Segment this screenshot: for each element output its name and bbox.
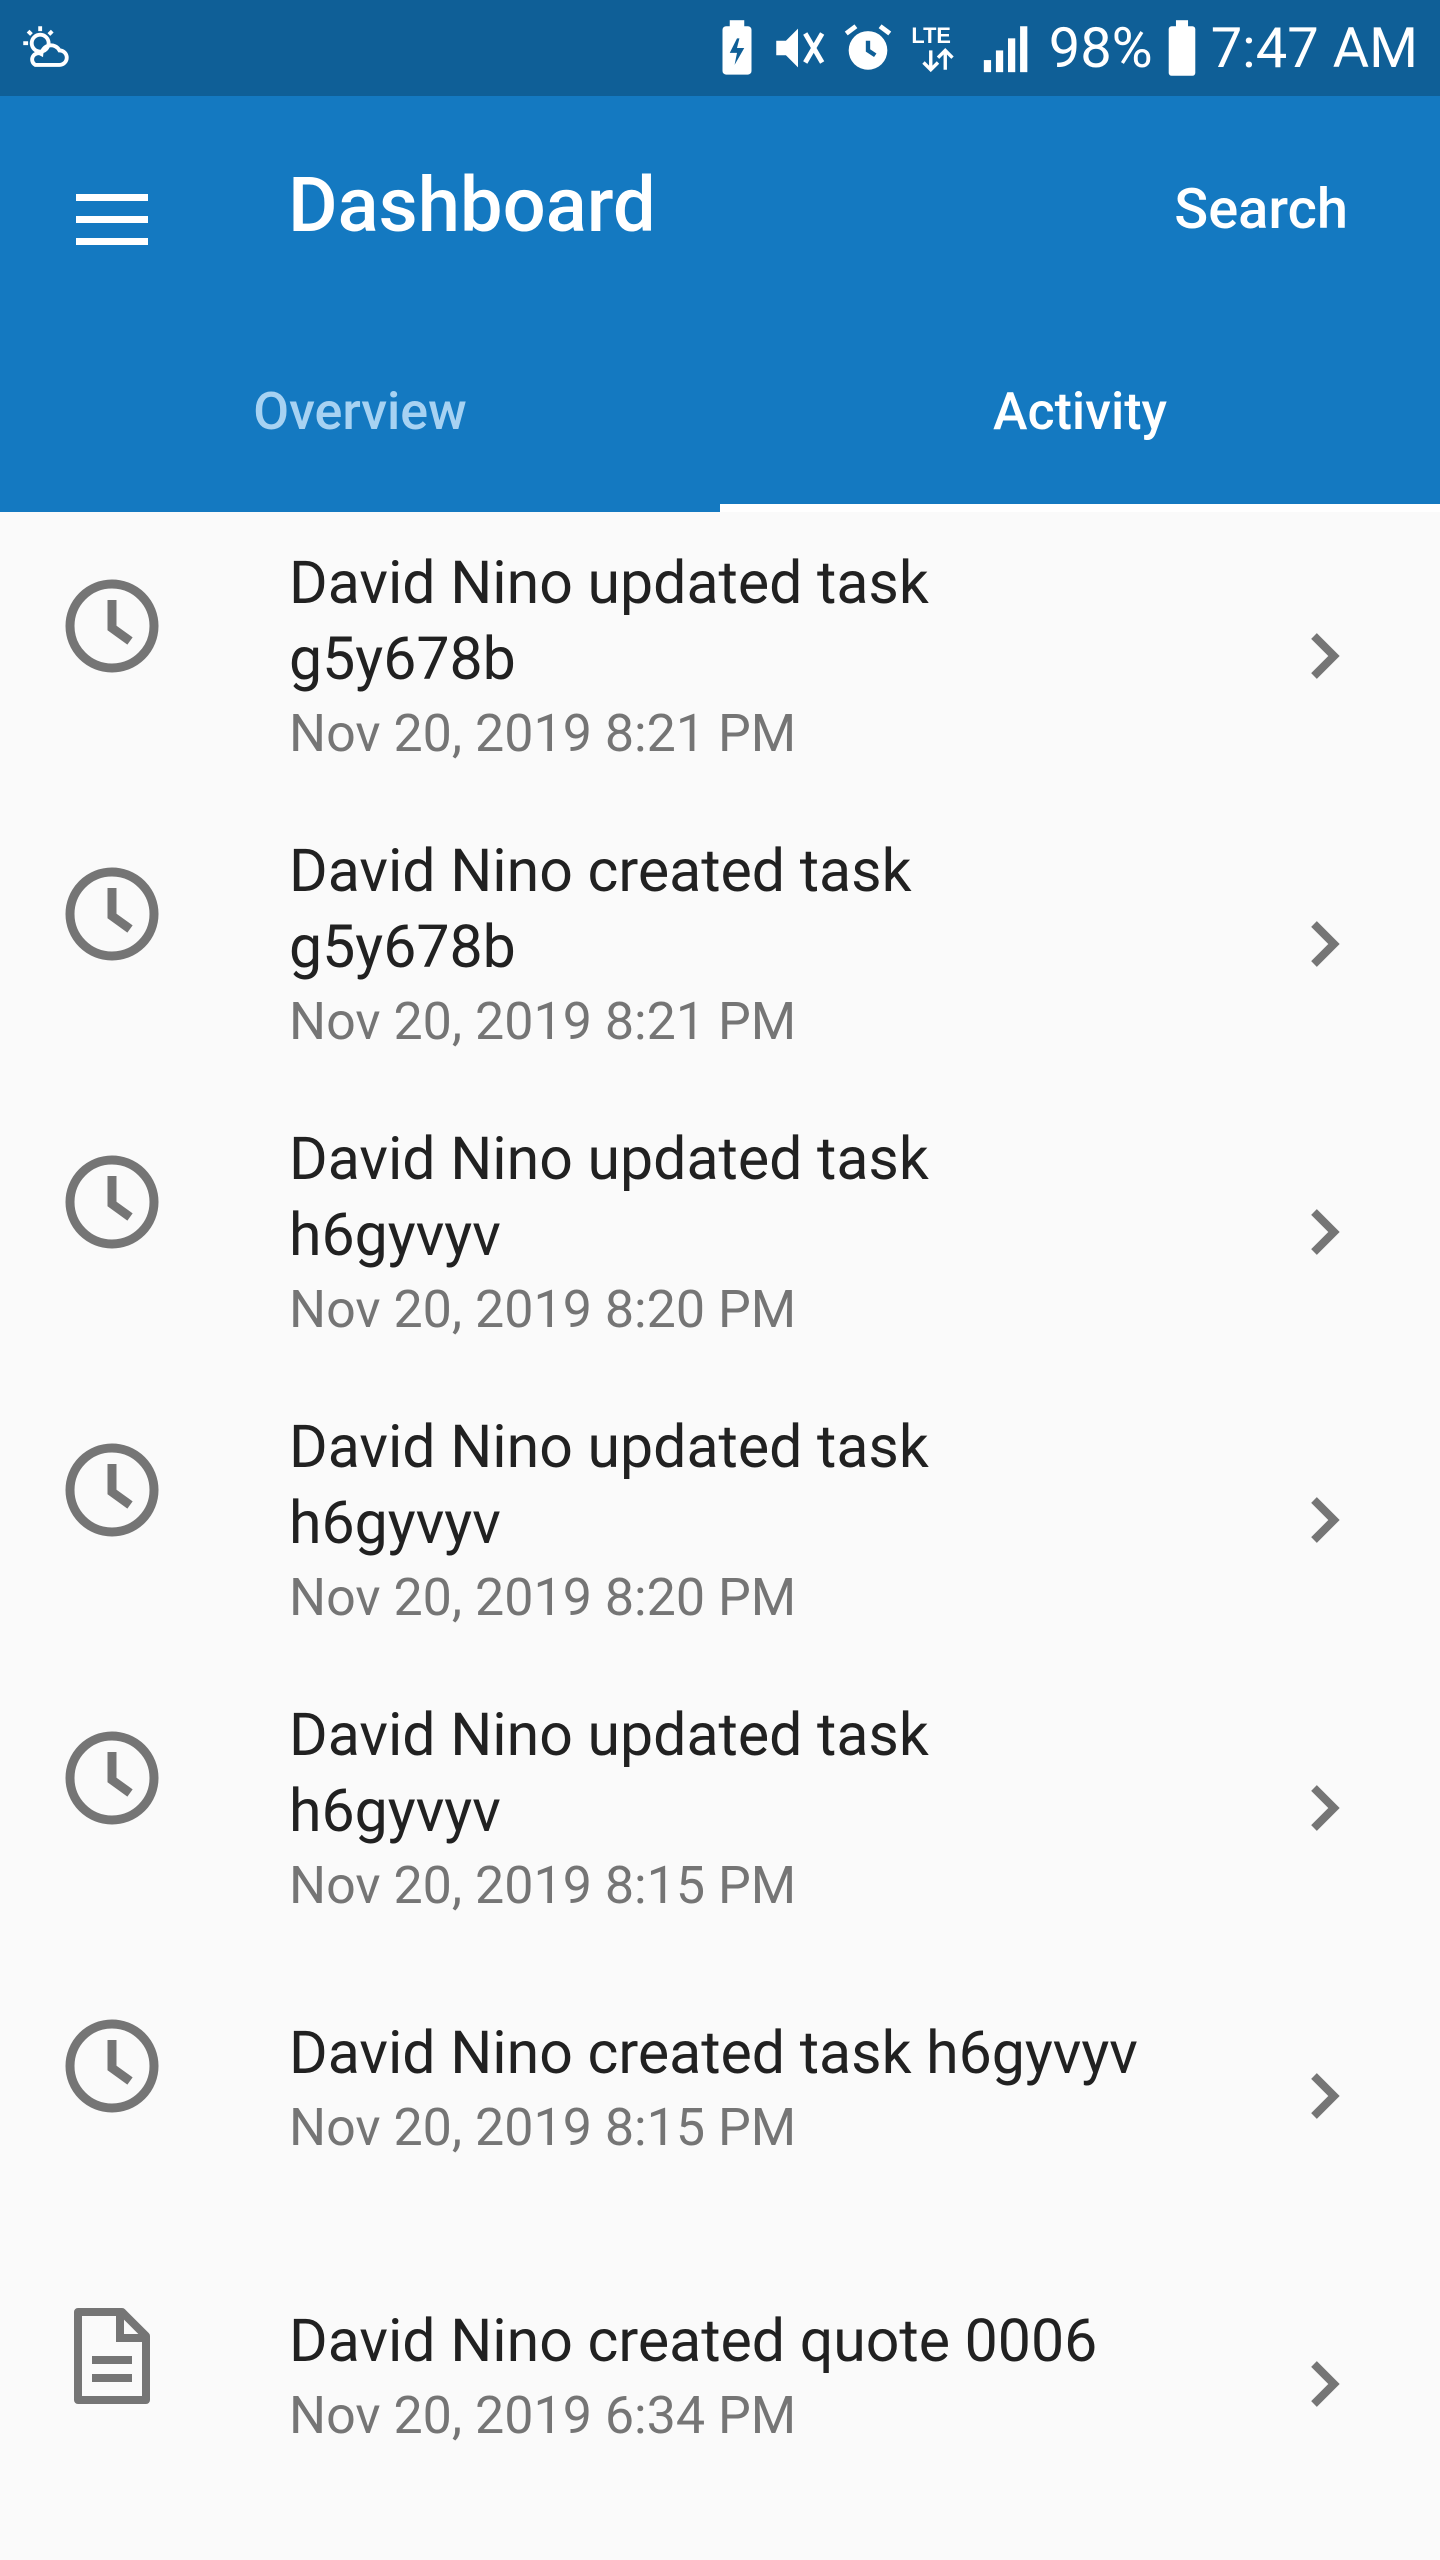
tab-bar: Overview Activity (0, 322, 1440, 512)
activity-date: Nov 20, 2019 8:21 PM (289, 991, 797, 1052)
alarm-icon (839, 19, 897, 77)
document-icon (72, 2306, 152, 2410)
activity-list: David Nino updated task g5y678b Nov 20, … (0, 512, 1440, 2528)
list-item[interactable]: David Nino created task h6gyvyv Nov 20, … (0, 1952, 1440, 2240)
signal-icon (979, 19, 1037, 77)
list-item[interactable]: David Nino updated task g5y678b Nov 20, … (0, 512, 1440, 800)
battery-percent: 98% (1048, 15, 1153, 81)
clock-icon (64, 1154, 160, 1254)
lte-icon: LTE (909, 19, 967, 77)
svg-text:LTE: LTE (911, 23, 950, 48)
list-item[interactable]: David Nino created quote 0006 Nov 20, 20… (0, 2240, 1440, 2528)
chevron-right-icon (1311, 1497, 1340, 1543)
toolbar: Dashboard Search (0, 96, 1440, 322)
search-button[interactable]: Search (1174, 176, 1348, 243)
app-bar: Dashboard Search Overview Activity (0, 96, 1440, 512)
mute-icon (769, 19, 827, 77)
chevron-right-icon (1311, 633, 1340, 679)
activity-title: David Nino updated task (289, 1413, 929, 1482)
page-title: Dashboard (288, 160, 656, 250)
activity-subject: g5y678b (289, 913, 516, 982)
battery-icon (1165, 19, 1199, 77)
activity-title: David Nino updated task (289, 1125, 929, 1194)
activity-title: David Nino updated task (289, 549, 929, 618)
activity-date: Nov 20, 2019 8:15 PM (289, 1855, 797, 1916)
activity-title: David Nino updated task (289, 1701, 929, 1770)
chevron-right-icon (1311, 921, 1340, 967)
activity-title: David Nino created quote 0006 (289, 2307, 1098, 2376)
activity-date: Nov 20, 2019 6:34 PM (289, 2385, 797, 2446)
activity-subject: h6gyvyv (289, 1201, 501, 1270)
clock-time: 7:47 AM (1210, 15, 1418, 81)
activity-subject: g5y678b (289, 625, 516, 694)
clock-icon (64, 2018, 160, 2118)
menu-button[interactable] (60, 168, 164, 272)
list-item[interactable]: David Nino updated task h6gyvyv Nov 20, … (0, 1664, 1440, 1952)
activity-subject: h6gyvyv (289, 1489, 501, 1558)
weather-icon (16, 19, 74, 77)
clock-icon (64, 1730, 160, 1830)
chevron-right-icon (1311, 2073, 1340, 2119)
clock-icon (64, 578, 160, 678)
status-bar: LTE 98% 7:47 AM (0, 0, 1440, 96)
activity-date: Nov 20, 2019 8:15 PM (289, 2097, 797, 2158)
clock-icon (64, 1442, 160, 1542)
chevron-right-icon (1311, 1785, 1340, 1831)
tab-activity[interactable]: Activity (720, 322, 1440, 512)
activity-date: Nov 20, 2019 8:20 PM (289, 1279, 797, 1340)
activity-title: David Nino created task (289, 837, 912, 906)
activity-date: Nov 20, 2019 8:21 PM (289, 703, 797, 764)
chevron-right-icon (1311, 1209, 1340, 1255)
hamburger-menu-icon (76, 194, 148, 245)
activity-title: David Nino created task h6gyvyv (289, 2019, 1138, 2088)
list-item[interactable]: David Nino created task g5y678b Nov 20, … (0, 800, 1440, 1088)
battery-saver-icon (717, 19, 757, 77)
activity-subject: h6gyvyv (289, 1777, 501, 1846)
list-item[interactable]: David Nino updated task h6gyvyv Nov 20, … (0, 1088, 1440, 1376)
clock-icon (64, 866, 160, 966)
tab-overview[interactable]: Overview (0, 322, 720, 512)
activity-date: Nov 20, 2019 8:20 PM (289, 1567, 797, 1628)
list-item[interactable]: David Nino updated task h6gyvyv Nov 20, … (0, 1376, 1440, 1664)
chevron-right-icon (1311, 2361, 1340, 2407)
